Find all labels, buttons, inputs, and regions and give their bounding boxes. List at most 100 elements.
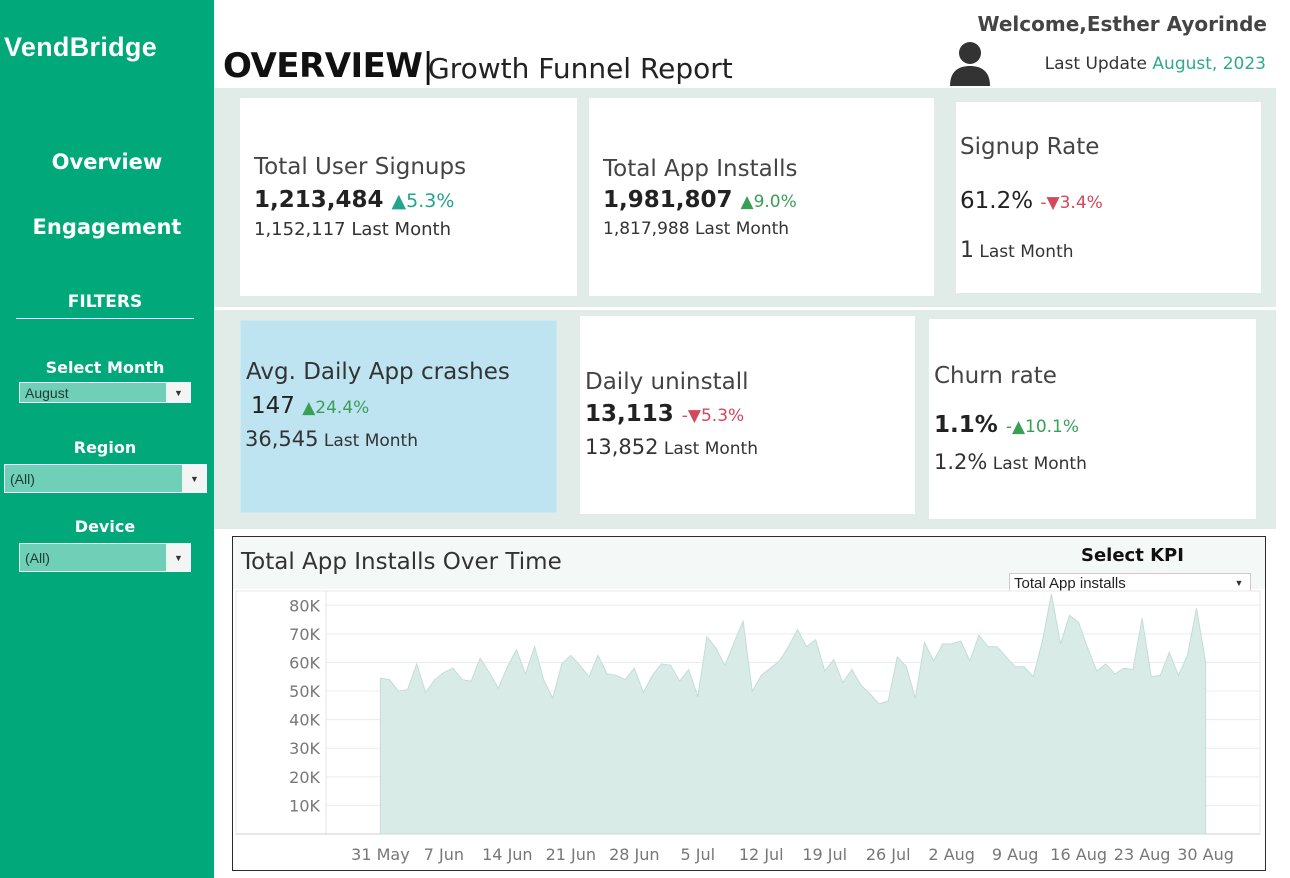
month-select-value: August <box>25 384 69 401</box>
last-update-date: August, 2023 <box>1152 54 1266 74</box>
x-tick-label: 23 Aug <box>1114 845 1171 864</box>
kpi-previous: 1.2% Last Month <box>934 450 1087 474</box>
x-tick-label: 2 Aug <box>928 845 975 864</box>
last-update: Last Update August, 2023 <box>1045 54 1266 74</box>
chart-header: Total App Installs Over Time Select KPI … <box>233 537 1265 593</box>
kpi-prev-value: 1.2% <box>934 450 988 474</box>
kpi-value: 61.2% -▼3.4% <box>960 188 1103 214</box>
x-tick-label: 19 Jul <box>802 845 847 864</box>
chevron-down-icon: ▼ <box>1234 578 1244 588</box>
kpi-prev-label: Last Month <box>663 439 758 459</box>
kpi-previous: 1,152,117 Last Month <box>254 219 451 240</box>
kpi-prev-value: 1,817,988 <box>603 219 690 239</box>
kpi-card-installs: Total App Installs 1,981,807 ▲9.0% 1,817… <box>589 98 934 296</box>
x-tick-label: 14 Jun <box>482 845 532 864</box>
installs-area-chart: 10K 20K 30K 40K 50K 60K 70K 80K 31 May 7 Jun 14 Ju… <box>235 590 1261 864</box>
x-tick-label: 26 Jul <box>866 845 911 864</box>
kpi-prev-value: 1 <box>960 238 974 263</box>
kpi-card-uninstall: Daily uninstall 13,113 -▼5.3% 13,852 Las… <box>580 316 915 514</box>
kpi-value: 1.1% -▲10.1% <box>934 412 1079 438</box>
y-tick-label: 80K <box>289 596 320 615</box>
kpi-previous: 1 Last Month <box>960 238 1074 263</box>
kpi-value-number: 1,981,807 <box>603 187 733 213</box>
kpi-title: Churn rate <box>934 363 1057 389</box>
x-tick-label: 7 Jun <box>424 845 464 864</box>
month-select[interactable]: August ▼ <box>19 382 191 403</box>
device-select[interactable]: (All) ▼ <box>19 543 191 572</box>
user-avatar-icon <box>950 42 990 86</box>
kpi-prev-label: Last Month <box>323 431 418 451</box>
chart-title: Total App Installs Over Time <box>241 549 562 575</box>
x-tick-label: 5 Jul <box>680 845 715 864</box>
kpi-change: ▲24.4% <box>302 398 370 418</box>
device-select-value: (All) <box>25 549 50 566</box>
x-tick-label: 21 Jun <box>546 845 596 864</box>
y-tick-label: 50K <box>289 682 320 701</box>
kpi-title: Avg. Daily App crashes <box>246 359 510 385</box>
kpi-title: Total User Signups <box>254 154 467 180</box>
kpi-value-number: 1,213,484 <box>254 187 384 213</box>
kpi-value-number: 147 <box>251 393 295 419</box>
kpi-value-number: 61.2% <box>960 188 1034 214</box>
y-tick-label: 60K <box>289 653 320 672</box>
welcome-prefix: Welcome, <box>977 12 1087 36</box>
x-tick-label: 12 Jul <box>739 845 784 864</box>
kpi-previous: 1,817,988 Last Month <box>603 219 789 239</box>
y-tick-label: 20K <box>289 768 320 787</box>
brand-logo: VendBridge <box>4 32 158 62</box>
x-tick-label: 16 Aug <box>1050 845 1107 864</box>
filter-region-label: Region <box>73 438 137 457</box>
kpi-card-signup-rate: Signup Rate 61.2% -▼3.4% 1 Last Month <box>956 102 1261 293</box>
kpi-title: Signup Rate <box>960 134 1100 160</box>
user-name: Esther Ayorinde <box>1086 12 1267 36</box>
x-tick-label: 9 Aug <box>992 845 1039 864</box>
kpi-title: Total App Installs <box>603 156 798 182</box>
kpi-value-number: 1.1% <box>934 412 998 438</box>
kpi-value: 1,981,807 ▲9.0% <box>603 187 797 213</box>
chevron-down-icon: ▼ <box>166 383 190 402</box>
kpi-change: -▼5.3% <box>681 406 745 426</box>
page-title: OVERVIEW| <box>223 46 434 86</box>
kpi-prev-label: Last Month <box>979 242 1074 262</box>
region-select[interactable]: (All) ▼ <box>4 464 207 493</box>
kpi-prev-value: 13,852 <box>585 435 659 459</box>
welcome-text: Welcome,Esther Ayorinde <box>977 12 1267 36</box>
nav-engagement[interactable]: Engagement <box>0 215 214 239</box>
kpi-prev-label: Last Month <box>992 454 1087 474</box>
kpi-card-signups: Total User Signups 1,213,484 ▲5.3% 1,152… <box>240 98 577 296</box>
y-tick-label: 40K <box>289 711 320 730</box>
kpi-change: ▲9.0% <box>740 192 797 212</box>
nav-overview[interactable]: Overview <box>0 150 214 174</box>
x-tick-label: 30 Aug <box>1177 845 1234 864</box>
y-tick-label: 70K <box>289 625 320 644</box>
kpi-prev-value: 36,545 <box>245 427 319 451</box>
kpi-title: Daily uninstall <box>585 369 749 395</box>
filter-device-label: Device <box>74 517 136 536</box>
chevron-down-icon: ▼ <box>166 544 190 571</box>
chevron-down-icon: ▼ <box>182 465 206 492</box>
filter-month-label: Select Month <box>45 358 165 377</box>
y-tick-label: 10K <box>289 796 320 815</box>
last-update-label: Last Update <box>1044 54 1148 74</box>
kpi-card-churn: Churn rate 1.1% -▲10.1% 1.2% Last Month <box>929 319 1256 519</box>
region-select-value: (All) <box>10 470 35 487</box>
filters-heading: FILTERS <box>16 292 194 319</box>
kpi-previous: 36,545 Last Month <box>245 427 418 451</box>
kpi-value: 1,213,484 ▲5.3% <box>254 187 454 213</box>
kpi-change: ▲5.3% <box>391 190 455 212</box>
y-tick-label: 30K <box>289 739 320 758</box>
kpi-change: -▲10.1% <box>1005 417 1080 437</box>
installs-chart-panel: Total App Installs Over Time Select KPI … <box>232 536 1266 871</box>
kpi-value: 13,113 -▼5.3% <box>585 401 744 427</box>
kpi-prev-label: Last Month <box>694 219 790 239</box>
kpi-prev-value: 1,152,117 <box>254 219 346 240</box>
page-subtitle: Growth Funnel Report <box>428 52 733 85</box>
sidebar: VendBridge Overview Engagement FILTERS S… <box>0 0 214 878</box>
kpi-previous: 13,852 Last Month <box>585 435 758 459</box>
page-title-text: OVERVIEW <box>223 46 423 86</box>
kpi-change: -▼3.4% <box>1040 193 1103 213</box>
dashboard: VendBridge Overview Engagement FILTERS S… <box>0 0 1290 878</box>
x-tick-label: 28 Jun <box>609 845 659 864</box>
kpi-card-crashes: Avg. Daily App crashes 147 ▲24.4% 36,545… <box>240 320 557 513</box>
select-kpi-label: Select KPI <box>1081 545 1184 566</box>
